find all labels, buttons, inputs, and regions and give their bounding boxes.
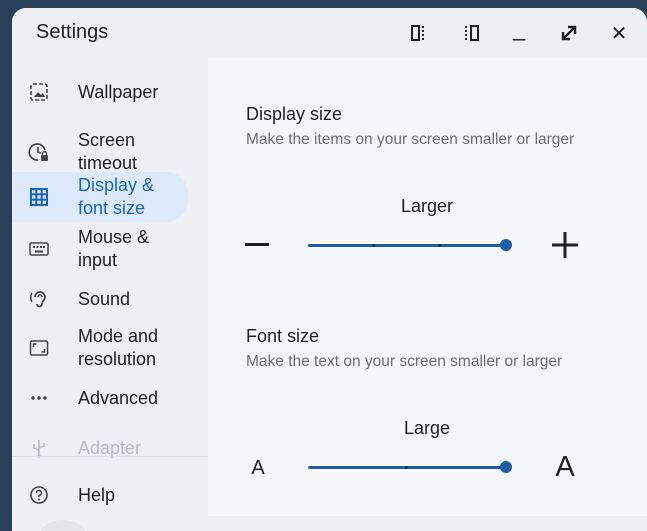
screen-timeout-icon bbox=[28, 141, 50, 163]
sidebar-item-screen-timeout[interactable]: Screen timeout bbox=[12, 128, 188, 176]
close-button[interactable]: ✕ bbox=[606, 20, 632, 46]
display-grid-icon bbox=[28, 186, 50, 208]
split-right-button[interactable] bbox=[458, 20, 484, 46]
window-title: Settings bbox=[36, 21, 109, 43]
display-size-decrease-button[interactable] bbox=[242, 230, 272, 260]
slider-tick bbox=[438, 244, 441, 247]
sidebar-item-advanced[interactable]: Advanced bbox=[12, 383, 188, 413]
sidebar-item-label: Help bbox=[78, 484, 116, 505]
font-size-value: Large bbox=[403, 418, 451, 438]
sidebar-item-label: Mode and resolution bbox=[78, 326, 159, 369]
title-bar: Settings _ ✕ bbox=[12, 8, 647, 58]
display-size-slider-thumb[interactable] bbox=[500, 239, 512, 251]
font-size-slider[interactable] bbox=[308, 466, 506, 469]
sidebar-item-label: Sound bbox=[78, 288, 131, 309]
font-size-description: Make the text on your screen smaller or … bbox=[246, 353, 563, 370]
settings-window: Settings _ ✕ Wallpaper Screen timeout Di… bbox=[12, 8, 647, 531]
sidebar-item-sound[interactable]: Sound bbox=[12, 284, 188, 314]
content-panel: Display size Make the items on your scre… bbox=[208, 58, 647, 531]
sidebar-item-mouse-input[interactable]: Mouse & input bbox=[12, 225, 188, 273]
split-left-icon bbox=[411, 25, 424, 41]
display-size-value: Larger bbox=[400, 196, 454, 216]
font-size-decrease-button[interactable]: A bbox=[246, 454, 270, 482]
font-size-slider-thumb[interactable] bbox=[500, 461, 512, 473]
display-size-slider[interactable] bbox=[308, 244, 506, 247]
bottom-bar bbox=[12, 516, 647, 531]
sidebar-item-help[interactable]: Help bbox=[12, 480, 188, 510]
slider-tick bbox=[405, 466, 408, 469]
sidebar-item-adapter: Adapter bbox=[12, 433, 188, 463]
plus-icon bbox=[552, 232, 578, 258]
ear-icon bbox=[28, 288, 50, 310]
maximize-button[interactable] bbox=[556, 20, 582, 46]
aspect-ratio-icon bbox=[28, 337, 50, 359]
close-icon: ✕ bbox=[610, 22, 628, 45]
sidebar-item-label: Mouse & input bbox=[78, 227, 150, 270]
small-a-icon: A bbox=[251, 456, 265, 479]
sidebar-item-label: Advanced bbox=[78, 387, 159, 408]
sidebar-divider bbox=[12, 456, 208, 457]
large-a-icon: A bbox=[555, 450, 575, 483]
display-size-title: Display size bbox=[246, 104, 343, 124]
minimize-icon: _ bbox=[512, 16, 526, 41]
help-icon bbox=[28, 484, 50, 506]
sidebar: Wallpaper Screen timeout Display & font … bbox=[12, 58, 208, 531]
wallpaper-icon bbox=[28, 81, 50, 103]
sidebar-item-wallpaper[interactable]: Wallpaper bbox=[12, 77, 188, 107]
sidebar-item-label: Screen timeout bbox=[78, 130, 138, 173]
maximize-icon bbox=[561, 25, 577, 41]
split-left-button[interactable] bbox=[406, 20, 432, 46]
slider-tick bbox=[372, 244, 375, 247]
minus-icon bbox=[245, 243, 269, 246]
more-dots-icon bbox=[28, 387, 50, 409]
display-size-increase-button[interactable] bbox=[550, 230, 580, 260]
font-size-title: Font size bbox=[246, 326, 320, 346]
sidebar-item-label: Wallpaper bbox=[78, 81, 159, 102]
font-size-increase-button[interactable]: A bbox=[550, 450, 580, 484]
minimize-button[interactable]: _ bbox=[506, 16, 532, 42]
sidebar-item-display-font-size[interactable]: Display & font size bbox=[12, 172, 188, 222]
display-size-description: Make the items on your screen smaller or… bbox=[246, 131, 575, 148]
split-right-icon bbox=[465, 25, 479, 41]
sidebar-item-mode-resolution[interactable]: Mode and resolution bbox=[12, 324, 188, 372]
sidebar-item-label: Display & font size bbox=[78, 175, 155, 218]
keyboard-icon bbox=[28, 238, 50, 260]
